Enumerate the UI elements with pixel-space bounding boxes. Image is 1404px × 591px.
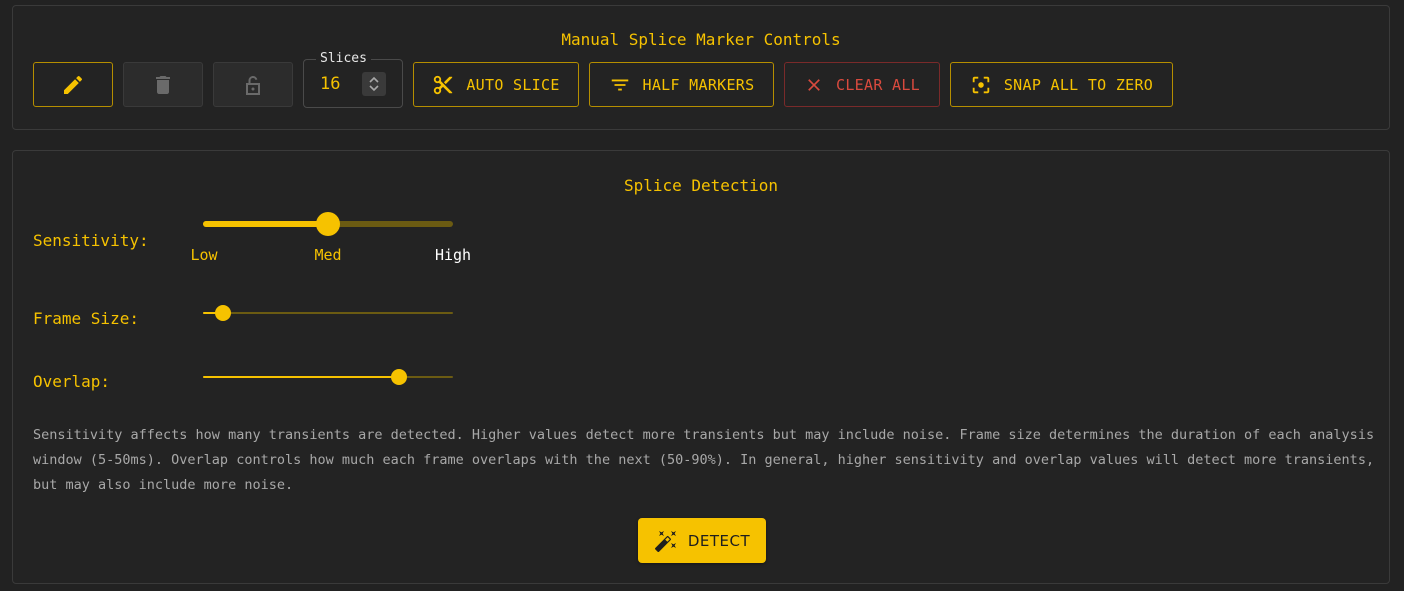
- scissors-icon: [432, 74, 454, 96]
- slider-thumb[interactable]: [316, 212, 340, 236]
- edit-marker-button[interactable]: [33, 62, 113, 107]
- sensitivity-slider[interactable]: [203, 211, 453, 237]
- pencil-icon: [61, 73, 85, 97]
- slider-fill: [203, 221, 328, 227]
- slices-value[interactable]: 16: [320, 74, 340, 94]
- magic-wand-icon: [654, 529, 678, 553]
- overlap-label: Overlap:: [33, 372, 111, 391]
- sensitivity-mark-low: Low: [190, 246, 218, 264]
- slider-thumb[interactable]: [391, 369, 408, 385]
- detect-button[interactable]: DETECT: [638, 518, 766, 563]
- auto-slice-button[interactable]: AUTO SLICE: [413, 62, 579, 107]
- splice-detection-title: Splice Detection: [623, 176, 779, 195]
- close-icon: [804, 75, 824, 95]
- trash-icon: [151, 73, 175, 97]
- slider-track: [203, 312, 453, 314]
- detection-help-text: Sensitivity affects how many transients …: [33, 427, 1375, 493]
- clear-all-label: CLEAR ALL: [836, 75, 920, 94]
- clear-all-button[interactable]: CLEAR ALL: [784, 62, 940, 107]
- splice-detection-panel: Splice Detection Sensitivity: Low Med Hi…: [12, 150, 1390, 584]
- manual-splice-controls-panel: Manual Splice Marker Controls Slices 16 …: [12, 5, 1390, 130]
- delete-marker-button[interactable]: [123, 62, 203, 107]
- manual-controls-title: Manual Splice Marker Controls: [561, 30, 841, 49]
- detect-label: DETECT: [687, 531, 751, 550]
- lock-marker-button[interactable]: [213, 62, 293, 107]
- auto-slice-label: AUTO SLICE: [466, 75, 560, 94]
- sensitivity-mark-med: Med: [314, 246, 342, 264]
- half-markers-label: HALF MARKERS: [642, 75, 755, 94]
- sensitivity-mark-high: High: [434, 246, 472, 264]
- slices-number-field[interactable]: Slices 16: [303, 51, 403, 108]
- slices-label: Slices: [316, 51, 371, 66]
- snap-all-to-zero-label: SNAP ALL TO ZERO: [1003, 75, 1154, 94]
- filter-list-icon: [609, 74, 631, 96]
- frame-size-slider[interactable]: [203, 305, 453, 321]
- overlap-slider[interactable]: [203, 369, 453, 385]
- unlock-icon: [241, 73, 265, 97]
- half-markers-button[interactable]: HALF MARKERS: [589, 62, 774, 107]
- up-down-chevron-icon[interactable]: [362, 72, 386, 96]
- center-focus-icon: [970, 74, 992, 96]
- slider-thumb[interactable]: [215, 305, 231, 321]
- slider-fill: [203, 376, 400, 378]
- frame-size-label: Frame Size:: [33, 309, 139, 328]
- snap-all-to-zero-button[interactable]: SNAP ALL TO ZERO: [950, 62, 1173, 107]
- sensitivity-label: Sensitivity:: [33, 231, 149, 250]
